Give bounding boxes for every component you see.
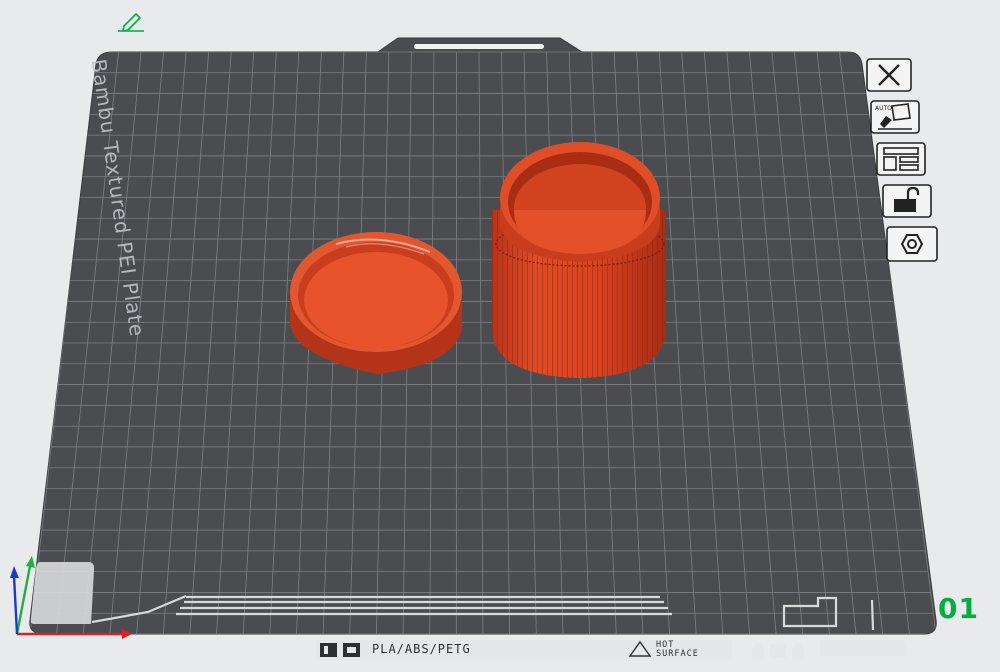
auto-orient-icon[interactable]: AUTO (870, 100, 920, 134)
plate-number[interactable]: 01 (938, 592, 979, 625)
pencil-icon[interactable] (116, 10, 146, 32)
jar-body[interactable] (492, 142, 666, 378)
filament-types-label: PLA/ABS/PETG (372, 642, 471, 656)
excluded-zone (30, 562, 95, 624)
plate-handle (414, 44, 544, 49)
hot-surface-line-2: SURFACE (656, 649, 699, 659)
settings-hex-icon[interactable] (886, 226, 938, 262)
svg-text:AUTO: AUTO (875, 105, 892, 112)
plate-right-icons (752, 640, 908, 660)
arrange-icon[interactable] (876, 142, 926, 176)
build-plate[interactable] (29, 37, 937, 660)
unlock-icon[interactable] (882, 184, 932, 218)
3d-viewport[interactable] (0, 0, 1000, 672)
jar-lid[interactable] (290, 232, 462, 374)
close-icon[interactable] (866, 58, 912, 92)
plate-toolbar: AUTO (864, 56, 944, 266)
hot-surface-label: HOT SURFACE (656, 641, 699, 659)
